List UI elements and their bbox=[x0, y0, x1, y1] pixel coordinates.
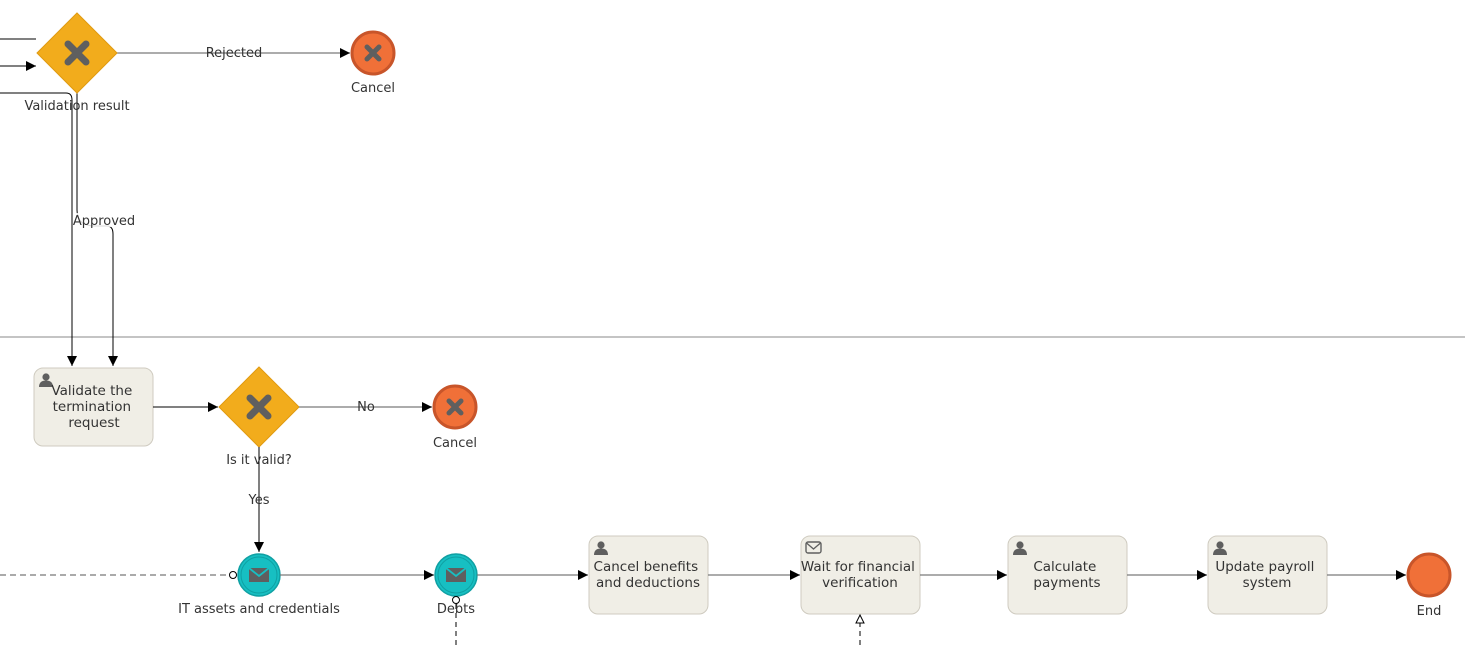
cancel-end-event-top[interactable] bbox=[350, 30, 396, 76]
gateway-validation-result[interactable] bbox=[36, 12, 118, 94]
yes-label: Yes bbox=[248, 493, 270, 508]
debts-label: Debts bbox=[437, 602, 475, 617]
rejected-label: Rejected bbox=[206, 46, 263, 61]
message-flow-start-marker bbox=[229, 571, 237, 579]
cancel-end-event-mid[interactable] bbox=[432, 384, 478, 430]
end-event[interactable] bbox=[1406, 552, 1452, 598]
task-cancel-benefits[interactable]: Cancel benefits and deductions bbox=[588, 535, 709, 615]
message-flow-start-marker bbox=[452, 596, 460, 604]
task-label-line: Cancel benefits bbox=[594, 559, 699, 575]
task-update-payroll[interactable]: Update payroll system bbox=[1207, 535, 1328, 615]
task-label-line: payments bbox=[1033, 575, 1100, 591]
envelope-icon bbox=[445, 567, 467, 582]
task-label-line: system bbox=[1243, 575, 1292, 591]
task-label-line: verification bbox=[822, 575, 898, 591]
approved-label: Approved bbox=[73, 214, 135, 229]
task-validate-termination[interactable]: Validate the termination request bbox=[33, 367, 154, 447]
gateway-is-it-valid-label: Is it valid? bbox=[226, 453, 292, 468]
no-label: No bbox=[357, 400, 375, 415]
task-label-line: request bbox=[68, 415, 119, 431]
message-event-debts[interactable] bbox=[434, 553, 478, 597]
task-label-line: Calculate bbox=[1033, 559, 1096, 575]
message-event-it-assets[interactable] bbox=[237, 553, 281, 597]
svg-text:Cancel benefits and dedu: Cancel benefits and deductions bbox=[594, 559, 703, 591]
task-label-line: and deductions bbox=[596, 575, 700, 591]
bpmn-canvas: Approved Rejected Validation result Canc… bbox=[0, 12, 1465, 645]
message-flow-arrowhead bbox=[855, 613, 865, 624]
task-calculate-payments[interactable]: Calculate payments bbox=[1007, 535, 1128, 615]
cancel-top-label: Cancel bbox=[351, 81, 395, 96]
task-label-line: Wait for financial bbox=[801, 559, 915, 575]
gateway-is-it-valid[interactable] bbox=[218, 366, 300, 448]
approved-flow[interactable] bbox=[76, 93, 118, 366]
it-assets-label: IT assets and credentials bbox=[178, 602, 340, 617]
task-label-line: termination bbox=[53, 399, 132, 415]
cancel-mid-label: Cancel bbox=[433, 436, 477, 451]
gateway-validation-result-label: Validation result bbox=[24, 99, 129, 114]
svg-text:Calculate payments: Calculate payments bbox=[1033, 559, 1100, 591]
end-label: End bbox=[1417, 604, 1442, 619]
task-wait-financial-verification[interactable]: Wait for financial verification bbox=[800, 535, 921, 615]
task-label-line: Validate the bbox=[51, 383, 132, 399]
loop-flow bbox=[0, 92, 77, 366]
envelope-icon bbox=[248, 567, 270, 582]
task-label-line: Update payroll bbox=[1215, 559, 1314, 575]
